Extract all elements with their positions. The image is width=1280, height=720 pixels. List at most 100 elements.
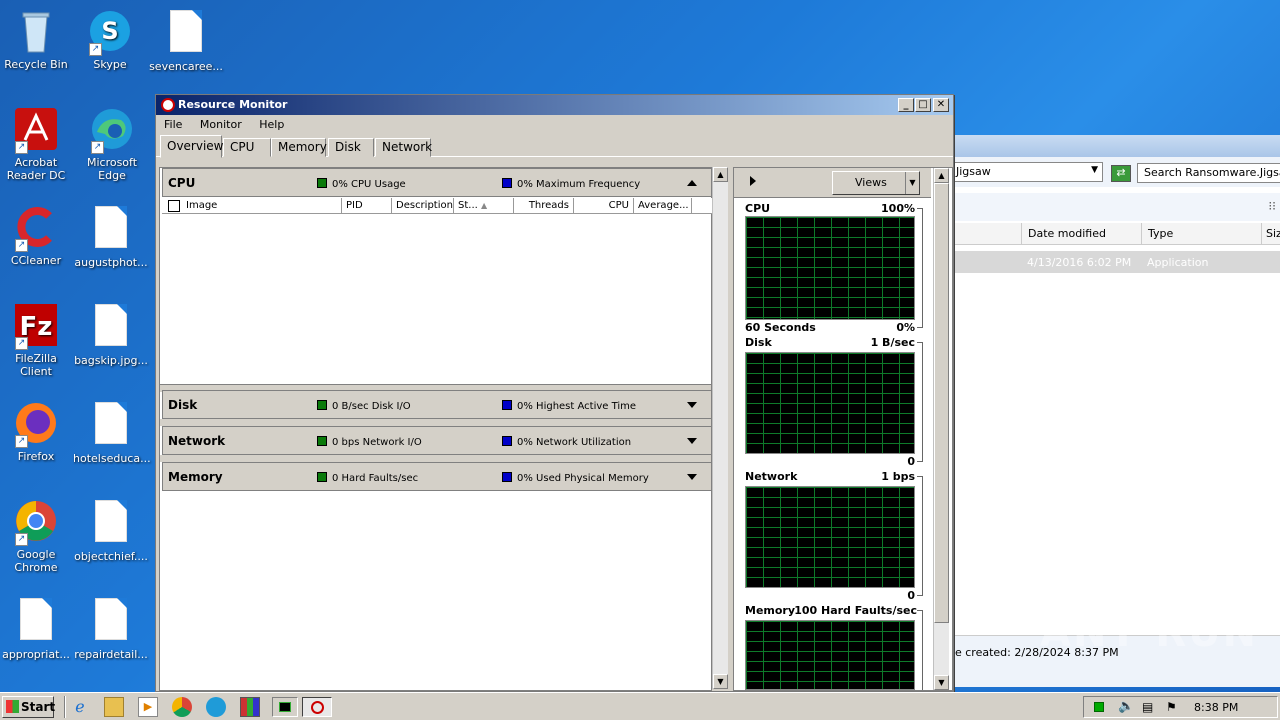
- tab-network[interactable]: Network: [375, 138, 432, 157]
- network-section-header[interactable]: Network 0 bps Network I/O 0% Network Uti…: [162, 426, 712, 455]
- task-manager-icon[interactable]: [272, 697, 298, 717]
- chrome-taskbar-icon[interactable]: [172, 697, 192, 717]
- sort-icon[interactable]: ⁝⁝: [1268, 199, 1276, 213]
- desktop-icon-acrobat[interactable]: ↗ Acrobat Reader DC: [0, 106, 74, 182]
- desktop-icon-edge[interactable]: ↗ Microsoft Edge: [74, 106, 150, 182]
- minimize-button[interactable]: _: [898, 98, 914, 112]
- clock[interactable]: 8:38 PM: [1194, 701, 1238, 714]
- shortcut-arrow-icon: ↗: [15, 239, 28, 252]
- resource-monitor-taskbar-button[interactable]: [302, 697, 332, 717]
- file-explorer-icon[interactable]: [104, 697, 124, 717]
- desktop-icon-firefox[interactable]: ↗ Firefox: [0, 400, 74, 463]
- select-all-checkbox[interactable]: [168, 200, 180, 212]
- column-status[interactable]: St... ▲: [454, 198, 514, 214]
- menu-monitor[interactable]: Monitor: [192, 118, 248, 131]
- column-pid[interactable]: PID: [342, 198, 392, 214]
- tab-memory[interactable]: Memory: [271, 138, 327, 157]
- column-average[interactable]: Average...: [634, 198, 692, 214]
- blue-legend-icon: [502, 178, 512, 188]
- scroll-up-icon[interactable]: ▲: [934, 168, 949, 183]
- media-player-icon[interactable]: ▶: [138, 697, 158, 717]
- column-type[interactable]: Type: [1141, 223, 1261, 245]
- desktop-icon-skype[interactable]: S ↗ Skype: [72, 8, 148, 71]
- skype-icon: S ↗: [87, 8, 133, 56]
- speaker-icon[interactable]: 🔈: [1118, 699, 1134, 714]
- column-cpu[interactable]: CPU: [574, 198, 634, 214]
- scroll-down-icon[interactable]: ▼: [713, 674, 728, 689]
- resource-monitor-window: Resource Monitor _ □ ✕ File Monitor Help…: [155, 94, 954, 692]
- desktop-icon-file[interactable]: repairdetail...: [73, 596, 149, 661]
- disk-section-header[interactable]: Disk 0 B/sec Disk I/O 0% Highest Active …: [162, 390, 712, 419]
- desktop-icon-file[interactable]: appropriat...: [0, 596, 74, 661]
- tab-cpu[interactable]: CPU: [223, 138, 271, 157]
- desktop-icon-file[interactable]: objectchief....: [73, 498, 149, 563]
- desktop-icon-label: bagskip.jpg...: [74, 354, 148, 367]
- section-title: Network: [168, 434, 226, 448]
- cpu-section-header[interactable]: CPU 0% CPU Usage 0% Maximum Frequency: [162, 168, 712, 197]
- close-button[interactable]: ✕: [933, 98, 949, 112]
- scroll-up-icon[interactable]: ▲: [713, 167, 728, 182]
- system-tray: 🔈 ▤ ⚑ 8:38 PM: [1083, 696, 1278, 718]
- views-dropdown[interactable]: Views ▼: [832, 171, 920, 195]
- desktop-icon-label: Google Chrome: [14, 548, 58, 574]
- document-icon: [95, 598, 127, 640]
- maximize-button[interactable]: □: [915, 98, 931, 112]
- memory-section-header[interactable]: Memory 0 Hard Faults/sec 0% Used Physica…: [162, 462, 712, 491]
- refresh-icon[interactable]: ⇄: [1111, 165, 1131, 182]
- document-icon: [170, 10, 202, 52]
- explorer-address-bar[interactable]: Jigsaw ▼: [953, 162, 1103, 182]
- internet-explorer-icon[interactable]: ℯ: [70, 697, 90, 717]
- blue-legend-icon: [502, 472, 512, 482]
- desktop-icon-label: sevencaree...: [149, 60, 223, 73]
- collapse-pane-icon[interactable]: [750, 176, 756, 186]
- scroll-thumb[interactable]: [934, 183, 949, 623]
- network-status-icon[interactable]: [1094, 702, 1104, 712]
- left-scrollbar[interactable]: ▲ ▼: [712, 167, 728, 689]
- network-utilization-stat: 0% Network Utilization: [502, 436, 631, 448]
- window-title: Resource Monitor: [178, 98, 288, 111]
- desktop-icon-file[interactable]: sevencaree...: [148, 8, 224, 73]
- desktop-icon-filezilla[interactable]: Fz ↗ FileZilla Client: [0, 302, 74, 378]
- expand-arrow-icon[interactable]: [687, 474, 697, 480]
- explorer-titlebar: [941, 135, 1280, 157]
- desktop-icon-file[interactable]: hotelseduca...: [73, 400, 151, 465]
- flag-icon[interactable]: ⚑: [1166, 700, 1177, 714]
- column-image[interactable]: Image: [162, 198, 342, 214]
- resource-monitor-icon: [161, 98, 175, 112]
- network-tray-icon[interactable]: ▤: [1142, 700, 1153, 714]
- start-button[interactable]: Start: [2, 696, 55, 718]
- firefox-icon: ↗: [13, 400, 59, 448]
- edge-taskbar-icon[interactable]: [206, 697, 226, 717]
- green-legend-icon: [317, 472, 327, 482]
- desktop-icon-chrome[interactable]: ↗ Google Chrome: [0, 498, 74, 574]
- column-date-modified[interactable]: Date modified: [1021, 223, 1141, 245]
- explorer-search-input[interactable]: Search Ransomware.Jigsaw: [1137, 163, 1280, 183]
- column-size[interactable]: Size: [1261, 223, 1280, 245]
- desktop-icon-file[interactable]: augustphot...: [73, 204, 149, 269]
- dropdown-arrow-icon[interactable]: ▼: [1091, 165, 1098, 175]
- menu-file[interactable]: File: [156, 118, 188, 131]
- expand-arrow-icon[interactable]: [687, 402, 697, 408]
- desktop-icon-file[interactable]: bagskip.jpg...: [73, 302, 149, 367]
- cpu-graph-label: CPU 100%: [745, 202, 915, 215]
- menu-help[interactable]: Help: [251, 118, 290, 131]
- shortcut-arrow-icon: ↗: [91, 141, 104, 154]
- document-icon: [20, 598, 52, 640]
- expand-arrow-icon[interactable]: [687, 438, 697, 444]
- tab-disk[interactable]: Disk: [328, 138, 374, 157]
- scroll-down-icon[interactable]: ▼: [934, 675, 949, 690]
- graph-scrollbar[interactable]: ▲ ▼: [933, 168, 949, 690]
- titlebar[interactable]: Resource Monitor _ □ ✕: [156, 95, 953, 115]
- tab-overview[interactable]: Overview: [160, 135, 224, 158]
- winrar-icon[interactable]: [240, 697, 260, 717]
- column-description[interactable]: Description: [392, 198, 454, 214]
- column-threads[interactable]: Threads: [514, 198, 574, 214]
- edge-icon: ↗: [89, 106, 135, 154]
- desktop-icon-ccleaner[interactable]: ↗ CCleaner: [0, 204, 74, 267]
- collapse-arrow-icon[interactable]: [687, 180, 697, 186]
- dropdown-arrow-icon[interactable]: ▼: [905, 172, 919, 194]
- cpu-usage-stat: 0% CPU Usage: [317, 178, 406, 190]
- desktop-icon-recycle-bin[interactable]: Recycle Bin: [0, 8, 74, 71]
- desktop-icon-label: FileZilla Client: [15, 352, 57, 378]
- desktop-icon-label: CCleaner: [10, 254, 62, 267]
